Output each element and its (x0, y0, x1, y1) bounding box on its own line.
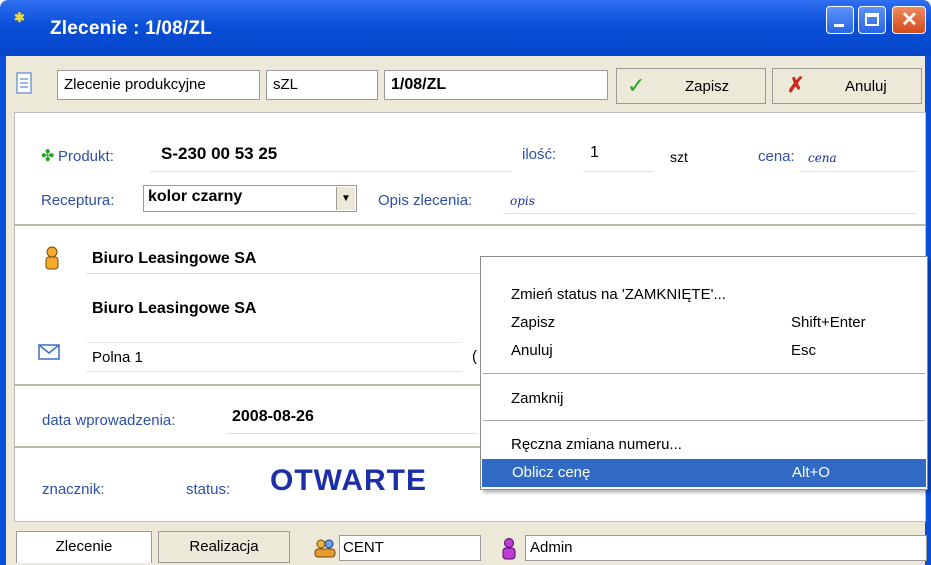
doc-type-field[interactable]: Zlecenie produkcyjne (57, 70, 260, 100)
client-name[interactable]: Biuro Leasingowe SA (92, 250, 256, 268)
window-title: Zlecenie : 1/08/ZL (50, 18, 212, 39)
menu-item-label: Oblicz cenę (512, 464, 591, 481)
section-divider (14, 224, 926, 226)
menu-item-renumber[interactable]: Ręczna zmiana numeru... (481, 431, 927, 459)
tab-realizacja-label: Realizacja (189, 538, 259, 555)
qty-value[interactable]: 1 (590, 144, 599, 162)
menu-item-shortcut: Esc (791, 342, 817, 359)
entry-date-value[interactable]: 2008-08-26 (232, 408, 314, 426)
marker-label: znacznik: (42, 481, 105, 498)
qty-label: ilość: (522, 146, 557, 163)
cancel-button[interactable]: ✗ Anuluj (772, 68, 922, 104)
checkmark-icon: ✓ (627, 73, 646, 98)
tab-zlecenie-label: Zlecenie (55, 538, 113, 555)
address-value: Polna 1 (92, 349, 143, 366)
frame-border-left (0, 56, 6, 565)
product-value[interactable]: S-230 00 53 25 (161, 144, 277, 164)
minimize-button[interactable] (826, 6, 854, 34)
menu-item-label: Zamknij (511, 390, 564, 407)
user-icon (500, 538, 518, 560)
description-label: Opis zlecenia: (378, 192, 473, 209)
menu-item-close-status[interactable]: Zmień status na 'ZAMKNIĘTE'... (481, 281, 927, 309)
x-icon: ✗ (787, 74, 805, 97)
people-icon (313, 538, 337, 558)
symbol-field[interactable]: sZL (266, 70, 378, 100)
save-button-label: Zapisz (685, 78, 730, 95)
product-label: Produkt: (58, 148, 114, 165)
address-field[interactable]: Polna 1 (86, 342, 462, 372)
minimize-icon (834, 24, 844, 27)
client-full-name[interactable]: Biuro Leasingowe SA (92, 300, 256, 318)
price-value[interactable]: cena (808, 151, 837, 165)
number-field[interactable]: 1/08/ZL (384, 70, 608, 100)
user-field[interactable]: Admin (525, 535, 927, 561)
entry-date-underline (226, 433, 478, 434)
price-underline (800, 171, 916, 172)
maximize-button[interactable] (858, 6, 886, 34)
context-menu: Zmień status na 'ZAMKNIĘTE'... Zapisz Sh… (480, 256, 928, 490)
envelope-icon (38, 344, 60, 360)
product-icon: ✤ (41, 148, 55, 165)
menu-item-calculate-price[interactable]: Oblicz cenę Alt+O (482, 459, 926, 487)
menu-item-label: Zapisz (511, 314, 556, 331)
description-value[interactable]: opis (510, 194, 535, 208)
client-name-underline (86, 273, 481, 274)
unit-label: szt (670, 149, 688, 165)
price-label: cena: (758, 148, 795, 165)
qty-underline (583, 171, 653, 172)
status-value: OTWARTE (270, 464, 427, 497)
cancel-button-label: Anuluj (845, 78, 887, 95)
chevron-down-icon[interactable]: ▼ (336, 187, 355, 210)
description-underline (503, 213, 916, 214)
menu-item-label: Anuluj (511, 342, 553, 359)
recipe-select-value: kolor czarny (148, 188, 243, 205)
product-underline (150, 171, 512, 172)
recipe-label: Receptura: (41, 192, 115, 209)
menu-item-shortcut: Alt+O (792, 464, 830, 481)
menu-item-cancel[interactable]: Anuluj Esc (481, 337, 927, 365)
tab-realizacja[interactable]: Realizacja (158, 531, 290, 563)
entry-date-label: data wprowadzenia: (42, 412, 176, 429)
menu-separator (483, 373, 925, 374)
branch-field[interactable]: CENT (339, 535, 481, 561)
app-icon: ✱ (14, 10, 25, 25)
tab-zlecenie[interactable]: Zlecenie (16, 531, 152, 563)
menu-separator (483, 420, 925, 421)
menu-item-save[interactable]: Zapisz Shift+Enter (481, 309, 927, 337)
document-icon (14, 70, 34, 98)
person-icon (43, 246, 61, 270)
close-button[interactable]: ✕ (892, 6, 926, 34)
maximize-icon (865, 13, 879, 26)
menu-item-label: Ręczna zmiana numeru... (511, 436, 682, 453)
save-button[interactable]: ✓ Zapisz (616, 68, 766, 104)
address-suffix: ( (472, 348, 477, 365)
menu-item-shortcut: Shift+Enter (791, 314, 866, 331)
menu-item-close[interactable]: Zamknij (481, 385, 927, 413)
menu-item-label: Zmień status na 'ZAMKNIĘTE'... (511, 286, 726, 303)
close-icon: ✕ (901, 9, 918, 31)
recipe-select[interactable]: kolor czarny ▼ (143, 185, 357, 212)
status-label: status: (186, 481, 231, 498)
